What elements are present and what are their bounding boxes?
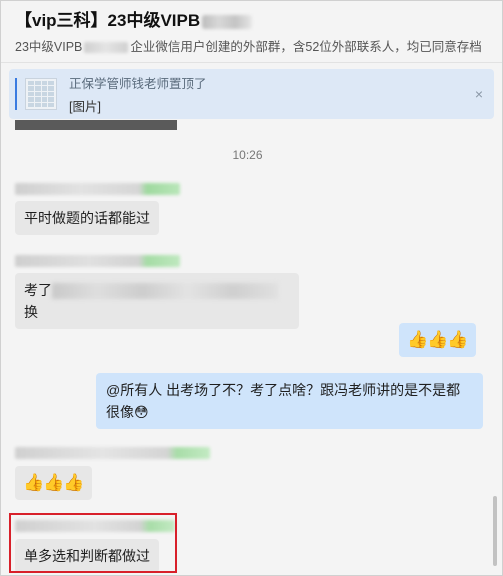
message-bubble[interactable]: 平时做题的话都能过 bbox=[15, 201, 159, 235]
message-bubble[interactable]: 👍👍👍 bbox=[15, 466, 92, 500]
redacted-title-part bbox=[202, 14, 253, 29]
message-bubble[interactable]: 考了换 bbox=[15, 273, 299, 329]
thumbs-up-emoji: 👍👍👍 bbox=[407, 330, 469, 349]
message-text: 平时做题的话都能过 bbox=[24, 210, 150, 226]
message-timestamp: 10:26 bbox=[232, 148, 263, 162]
message-bubble[interactable]: @所有人 出考场了不？考了点啥？跟冯老师讲的是不是都很像😳 bbox=[96, 373, 483, 429]
thumbs-up-emoji: 👍👍👍 bbox=[23, 473, 85, 492]
pinned-text: 正保学管师钱老师置顶了 [图片] bbox=[69, 73, 464, 115]
group-description-prefix: 23中级VIPB bbox=[15, 40, 83, 54]
group-description: 23中级VIPB 企业微信用户创建的外部群，含52位外部联系人，均已同意存档 bbox=[15, 38, 488, 56]
pinned-message-banner[interactable]: 正保学管师钱老师置顶了 [图片] × bbox=[9, 69, 494, 119]
message-bubble[interactable]: 👍👍👍 bbox=[399, 323, 476, 357]
highlight-box bbox=[9, 513, 177, 573]
message-text: @所有人 出考场了不？考了点啥？跟冯老师讲的是不是都很像😳 bbox=[106, 382, 461, 420]
group-description-suffix: 企业微信用户创建的外部群，含52位外部联系人，均已同意存档 bbox=[130, 40, 482, 54]
group-title: 【vip三科】23中级VIPB bbox=[15, 10, 488, 32]
redacted-description-part bbox=[84, 42, 129, 54]
chat-header: 【vip三科】23中级VIPB 23中级VIPB 企业微信用户创建的外部群，含52… bbox=[1, 1, 502, 63]
group-title-text: 【vip三科】23中级VIPB bbox=[15, 11, 201, 30]
close-icon[interactable]: × bbox=[464, 86, 494, 102]
message-text-end: 换 bbox=[24, 304, 38, 320]
sender-name-redacted bbox=[15, 183, 180, 195]
scrollbar[interactable] bbox=[493, 496, 497, 566]
sender-name-redacted bbox=[15, 255, 180, 267]
message-text-start: 考了 bbox=[24, 282, 52, 298]
redacted-message-text bbox=[52, 283, 278, 300]
previous-image-edge bbox=[15, 120, 177, 130]
pinned-image-thumbnail[interactable] bbox=[25, 78, 57, 110]
sender-name-redacted bbox=[15, 447, 210, 459]
pinned-content: [图片] bbox=[69, 100, 101, 114]
pinned-accent-bar bbox=[15, 78, 17, 110]
pinned-notice: 正保学管师钱老师置顶了 bbox=[69, 77, 207, 91]
